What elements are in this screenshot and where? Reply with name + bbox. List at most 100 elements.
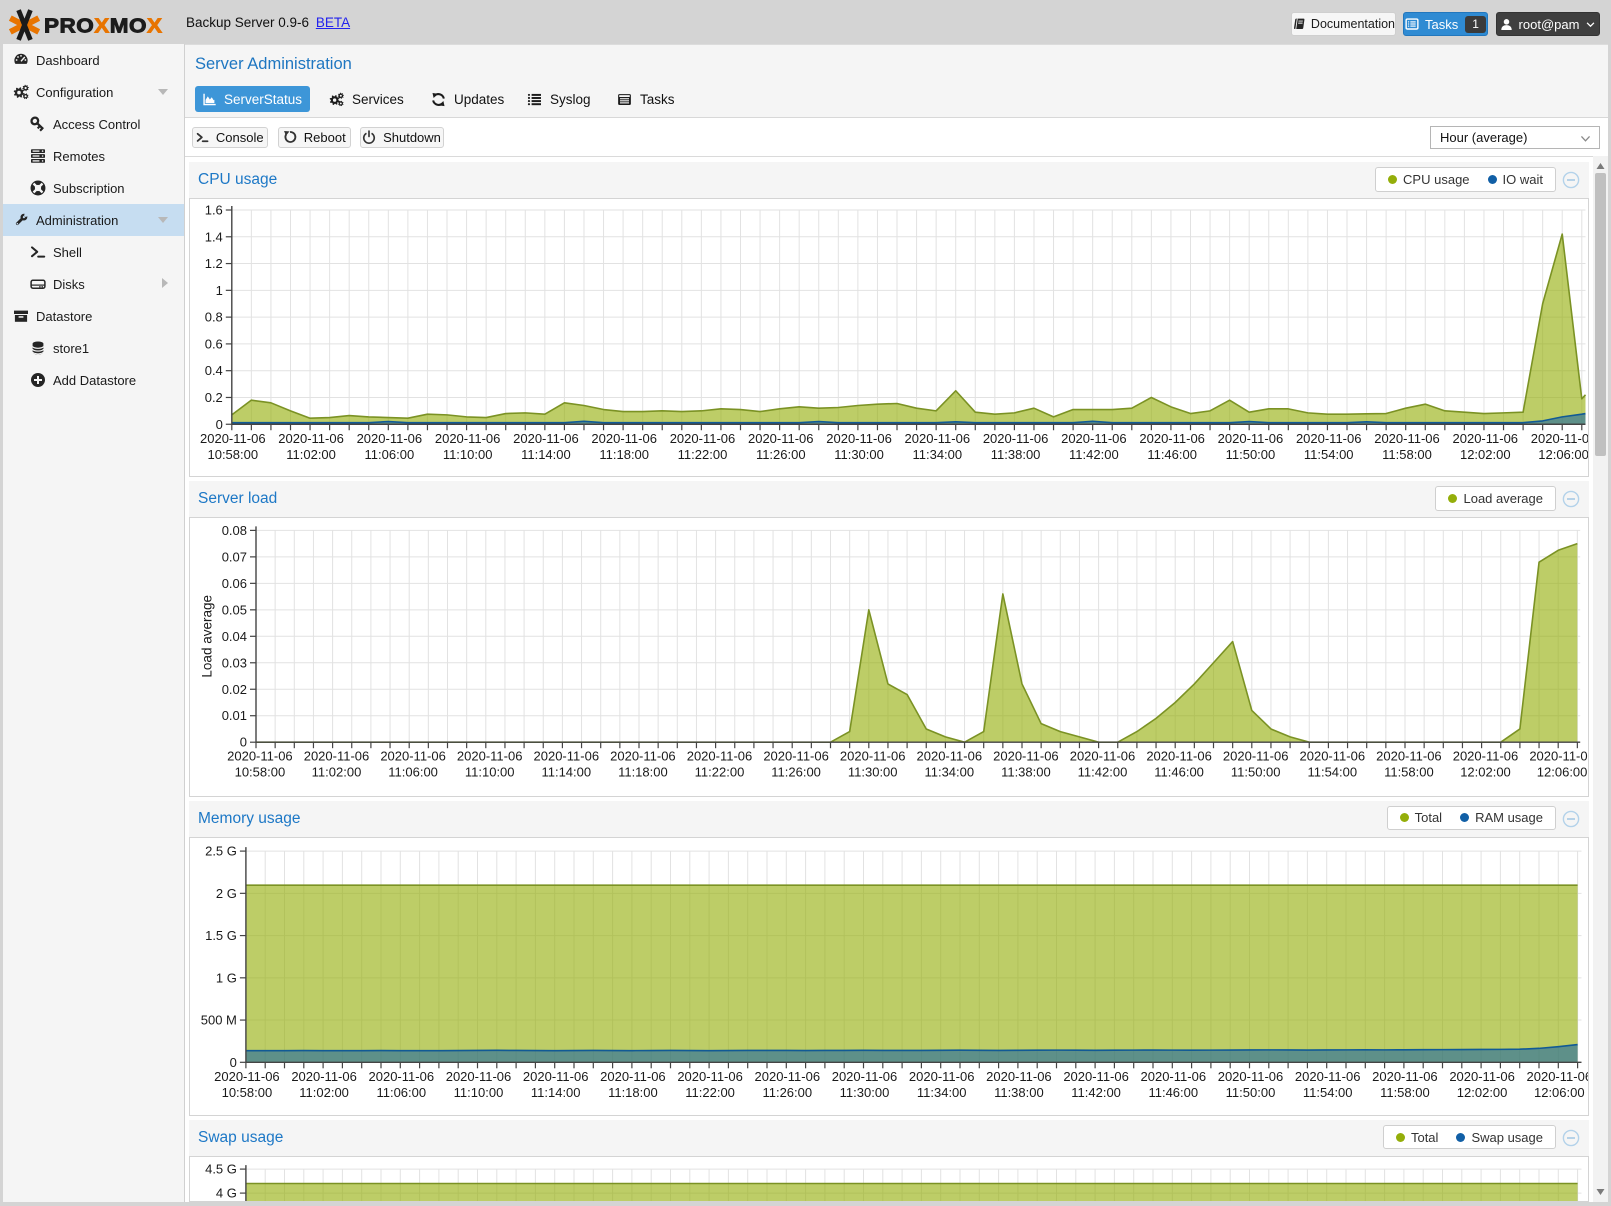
svg-text:2020-11-06: 2020-11-06 — [368, 1068, 434, 1083]
svg-text:2020-11-06: 2020-11-06 — [747, 431, 813, 446]
svg-text:2020-11-06: 2020-11-06 — [1061, 431, 1127, 446]
svg-text:2020-11-06: 2020-11-06 — [513, 431, 579, 446]
svg-text:12:02:00: 12:02:00 — [1460, 765, 1511, 780]
svg-text:11:50:00: 11:50:00 — [1230, 765, 1280, 780]
svg-text:0.2: 0.2 — [204, 390, 222, 405]
svg-text:11:14:00: 11:14:00 — [541, 765, 591, 780]
svg-text:11:14:00: 11:14:00 — [530, 1084, 580, 1099]
svg-text:12:06:00: 12:06:00 — [1536, 765, 1587, 780]
svg-text:2020-11-06: 2020-11-06 — [600, 1068, 666, 1083]
svg-text:11:26:00: 11:26:00 — [771, 765, 821, 780]
svg-text:2020-11-06: 2020-11-06 — [677, 1068, 743, 1083]
svg-text:2020-11-06: 2020-11-06 — [1526, 1068, 1587, 1083]
svg-text:2020-11-06: 2020-11-06 — [686, 749, 752, 764]
svg-text:11:22:00: 11:22:00 — [685, 1084, 735, 1099]
svg-text:0.03: 0.03 — [221, 656, 246, 671]
svg-text:2020-11-06: 2020-11-06 — [839, 749, 905, 764]
svg-text:11:58:00: 11:58:00 — [1382, 447, 1432, 462]
svg-text:1.5 G: 1.5 G — [205, 928, 237, 943]
svg-text:2020-11-06: 2020-11-06 — [214, 1068, 280, 1083]
svg-text:0: 0 — [239, 735, 246, 750]
svg-text:11:26:00: 11:26:00 — [762, 1084, 812, 1099]
svg-text:2020-11-06: 2020-11-06 — [908, 1068, 974, 1083]
svg-text:2020-11-06: 2020-11-06 — [1299, 749, 1365, 764]
svg-text:11:42:00: 11:42:00 — [1077, 765, 1127, 780]
svg-text:2020-11-06: 2020-11-06 — [356, 431, 422, 446]
svg-text:11:38:00: 11:38:00 — [994, 1084, 1044, 1099]
svg-text:2020-11-06: 2020-11-06 — [1376, 749, 1442, 764]
svg-text:2020-11-06: 2020-11-06 — [1217, 431, 1283, 446]
svg-text:2020-11-06: 2020-11-06 — [1530, 431, 1587, 446]
svg-text:2020-11-06: 2020-11-06 — [1294, 1068, 1360, 1083]
svg-text:11:06:00: 11:06:00 — [364, 447, 414, 462]
svg-text:11:22:00: 11:22:00 — [694, 765, 744, 780]
svg-text:2020-11-06: 2020-11-06 — [1217, 1068, 1283, 1083]
svg-text:2020-11-06: 2020-11-06 — [1452, 431, 1518, 446]
svg-text:2020-11-06: 2020-11-06 — [1374, 431, 1440, 446]
svg-text:1.6: 1.6 — [204, 203, 222, 218]
svg-text:2020-11-06: 2020-11-06 — [904, 431, 970, 446]
svg-text:11:10:00: 11:10:00 — [464, 765, 514, 780]
svg-text:0: 0 — [229, 1054, 236, 1069]
svg-text:0.8: 0.8 — [204, 310, 222, 325]
svg-text:0.04: 0.04 — [221, 629, 246, 644]
svg-text:11:50:00: 11:50:00 — [1225, 447, 1275, 462]
svg-text:11:58:00: 11:58:00 — [1384, 765, 1434, 780]
svg-text:2 G: 2 G — [215, 885, 236, 900]
svg-text:0.01: 0.01 — [221, 709, 246, 724]
svg-text:11:26:00: 11:26:00 — [755, 447, 805, 462]
svg-text:2020-11-06: 2020-11-06 — [380, 749, 446, 764]
svg-text:11:18:00: 11:18:00 — [608, 1084, 658, 1099]
svg-text:2020-11-06: 2020-11-06 — [434, 431, 500, 446]
svg-text:12:02:00: 12:02:00 — [1459, 447, 1510, 462]
svg-text:2020-11-06: 2020-11-06 — [826, 431, 892, 446]
svg-text:0.06: 0.06 — [221, 576, 246, 591]
svg-text:0.05: 0.05 — [221, 603, 246, 618]
svg-text:11:46:00: 11:46:00 — [1154, 765, 1204, 780]
svg-text:11:46:00: 11:46:00 — [1148, 1084, 1198, 1099]
svg-text:2020-11-06: 2020-11-06 — [1146, 749, 1212, 764]
svg-text:0.6: 0.6 — [204, 336, 222, 351]
svg-text:11:34:00: 11:34:00 — [912, 447, 962, 462]
svg-text:11:38:00: 11:38:00 — [1001, 765, 1051, 780]
svg-text:2020-11-06: 2020-11-06 — [227, 749, 293, 764]
svg-text:2020-11-06: 2020-11-06 — [1295, 431, 1361, 446]
svg-text:11:38:00: 11:38:00 — [990, 447, 1040, 462]
svg-text:0.07: 0.07 — [221, 550, 246, 565]
svg-text:10:58:00: 10:58:00 — [221, 1084, 272, 1099]
svg-text:2020-11-06: 2020-11-06 — [982, 431, 1048, 446]
svg-text:11:30:00: 11:30:00 — [839, 1084, 889, 1099]
svg-text:11:06:00: 11:06:00 — [376, 1084, 426, 1099]
svg-text:2020-11-06: 2020-11-06 — [591, 431, 657, 446]
svg-text:2020-11-06: 2020-11-06 — [278, 431, 344, 446]
svg-text:11:02:00: 11:02:00 — [299, 1084, 349, 1099]
svg-text:2020-11-06: 2020-11-06 — [1069, 749, 1135, 764]
svg-text:10:58:00: 10:58:00 — [234, 765, 285, 780]
svg-text:1.4: 1.4 — [204, 229, 222, 244]
svg-text:11:02:00: 11:02:00 — [311, 765, 361, 780]
svg-text:11:06:00: 11:06:00 — [388, 765, 438, 780]
svg-text:11:46:00: 11:46:00 — [1147, 447, 1197, 462]
svg-text:11:54:00: 11:54:00 — [1302, 1084, 1352, 1099]
svg-text:11:34:00: 11:34:00 — [924, 765, 974, 780]
svg-text:Load average: Load average — [199, 595, 214, 678]
svg-text:11:54:00: 11:54:00 — [1303, 447, 1353, 462]
svg-text:11:10:00: 11:10:00 — [453, 1084, 503, 1099]
svg-text:2020-11-06: 2020-11-06 — [1372, 1068, 1438, 1083]
svg-text:2020-11-06: 2020-11-06 — [1449, 1068, 1515, 1083]
svg-text:2020-11-06: 2020-11-06 — [1222, 749, 1288, 764]
svg-text:11:10:00: 11:10:00 — [442, 447, 492, 462]
svg-text:2020-11-06: 2020-11-06 — [291, 1068, 357, 1083]
svg-text:11:42:00: 11:42:00 — [1069, 447, 1119, 462]
svg-text:0.08: 0.08 — [221, 523, 246, 538]
svg-text:2020-11-06: 2020-11-06 — [610, 749, 676, 764]
svg-text:500 M: 500 M — [200, 1012, 236, 1027]
svg-text:12:02:00: 12:02:00 — [1456, 1084, 1507, 1099]
svg-text:1: 1 — [215, 283, 222, 298]
svg-text:2020-11-06: 2020-11-06 — [916, 749, 982, 764]
svg-text:10:58:00: 10:58:00 — [207, 447, 258, 462]
svg-text:2.5 G: 2.5 G — [205, 843, 237, 858]
svg-text:1.2: 1.2 — [204, 256, 222, 271]
svg-text:11:18:00: 11:18:00 — [599, 447, 649, 462]
svg-text:11:30:00: 11:30:00 — [847, 765, 897, 780]
